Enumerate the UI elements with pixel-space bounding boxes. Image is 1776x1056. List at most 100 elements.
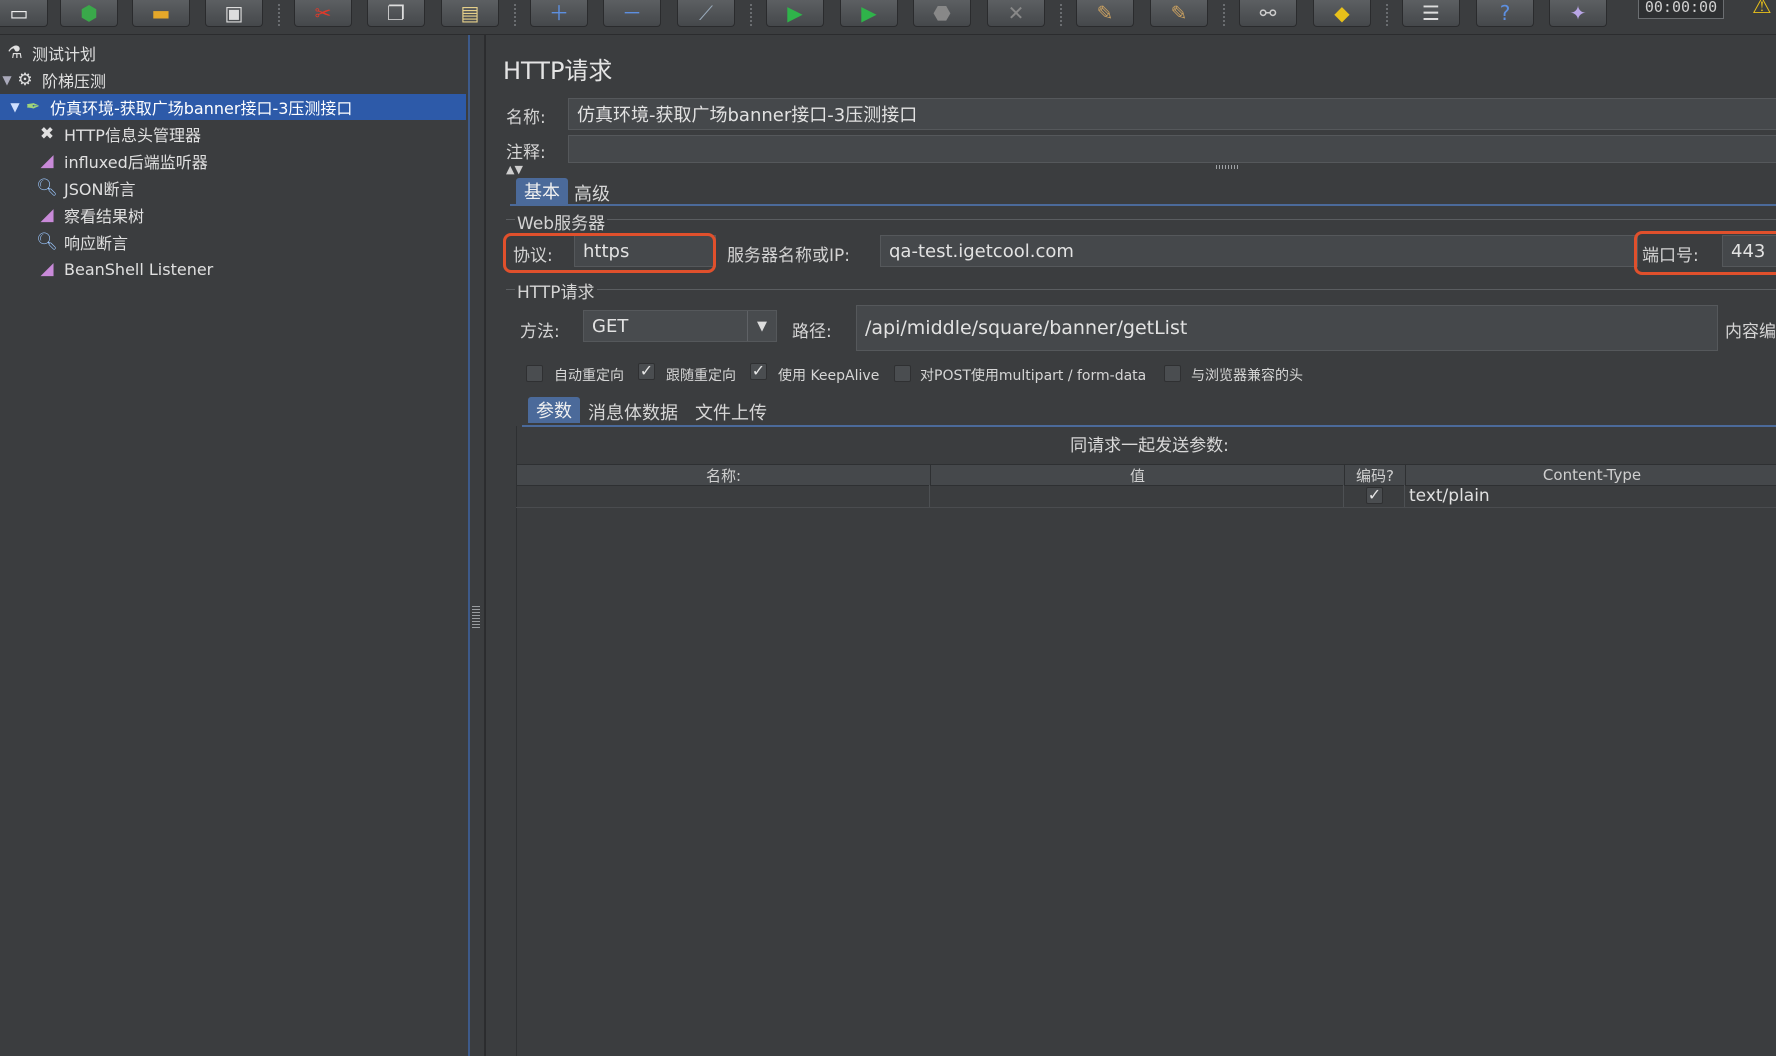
param-encode-cell[interactable]: ✓ [1344, 485, 1405, 507]
test-plan-tree[interactable]: ⚗ 测试计划 ▼ ⚙ 阶梯压测 ▼ ✒ 仿真环境-获取广场banner接口-3压… [0, 35, 470, 1056]
tree-item-label: 阶梯压测 [42, 72, 107, 91]
tree-item-backend-listener[interactable]: ◢ influxed后端监听器 [36, 148, 207, 174]
elapsed-timer: 00:00:00 [1638, 0, 1724, 19]
checkbox-keepalive[interactable]: ✓ [750, 363, 767, 380]
tree-item-beanshell-listener[interactable]: ◢ BeanShell Listener [36, 256, 213, 282]
reset-search-icon[interactable]: ◆ [1313, 0, 1371, 27]
tree-item-results-tree[interactable]: ◢ 察看结果树 [36, 202, 144, 228]
http-request-group-label: HTTP请求 [515, 278, 597, 303]
tab-body-data[interactable]: 消息体数据 [580, 399, 686, 425]
tree-item-label: 察看结果树 [64, 207, 145, 226]
toolbar: ▭ ⬢ ▬ ▣ ✂ ❐ ▤ ＋ － ⟋ ▶ ▶ ⬣ ✕ ✎ ✎ ⚯ ◆ ☰ ? … [0, 0, 1776, 35]
server-field[interactable]: qa-test.igetcool.com [880, 235, 1638, 267]
checkbox-multipart[interactable] [894, 365, 911, 382]
clear-icon[interactable]: ✎ [1076, 0, 1134, 27]
tree-item-response-assertion[interactable]: 🔍︎ 响应断言 [36, 229, 128, 255]
remote-icon[interactable]: ✦ [1549, 0, 1607, 27]
tree-item-label: HTTP信息头管理器 [64, 126, 201, 145]
cut-icon[interactable]: ✂ [294, 0, 352, 27]
chart-icon: ◢ [40, 205, 54, 225]
collapse-arrows-icon[interactable]: ▲▼ [506, 163, 523, 176]
http-request-panel: HTTP请求 名称: 仿真环境-获取广场banner接口-3压测接口 注释: ▲… [485, 35, 1776, 1056]
column-header-name[interactable]: 名称: [517, 465, 931, 485]
copy-icon[interactable]: ❐ [367, 0, 425, 27]
split-grip-icon[interactable] [472, 606, 480, 630]
params-title: 同请求一起发送参数: [1070, 436, 1229, 456]
option-label: 使用 KeepAlive [778, 368, 880, 384]
toggle-icon[interactable]: ⟋ [677, 0, 735, 27]
chart-icon: ◢ [40, 259, 54, 279]
column-header-value[interactable]: 值 [931, 465, 1345, 485]
tab-advanced[interactable]: 高级 [566, 180, 618, 206]
shutdown-icon[interactable]: ✕ [987, 0, 1045, 27]
tree-item-label: 测试计划 [32, 45, 97, 64]
save-icon[interactable]: ▣ [205, 0, 263, 27]
tab-file-upload[interactable]: 文件上传 [687, 399, 775, 425]
param-content-type-cell[interactable]: text/plain [1405, 485, 1776, 507]
path-label: 路径: [792, 322, 832, 342]
params-area [516, 426, 1776, 1056]
warning-icon[interactable]: ⚠ [1752, 0, 1776, 20]
start-icon[interactable]: ▶ [766, 0, 824, 27]
function-helper-icon[interactable]: ☰ [1402, 0, 1460, 27]
chart-icon: ◢ [40, 151, 54, 171]
start-no-pause-icon[interactable]: ▶ [840, 0, 898, 27]
name-field[interactable]: 仿真环境-获取广场banner接口-3压测接口 [568, 98, 1776, 130]
pipette-icon: ✒ [25, 97, 41, 117]
option-label: 自动重定向 [554, 368, 624, 384]
magnifier-icon: 🔍︎ [36, 232, 58, 252]
params-table-header: 名称: 值 编码? Content-Type [516, 464, 1776, 486]
web-server-group-label: Web服务器 [515, 209, 608, 234]
templates-icon[interactable]: ⬢ [60, 0, 118, 27]
comment-label: 注释: [506, 143, 546, 163]
tree-item-header-manager[interactable]: ✖ HTTP信息头管理器 [36, 121, 201, 147]
server-label: 服务器名称或IP: [727, 246, 850, 266]
magnifier-icon: 🔍︎ [36, 178, 58, 198]
tree-item-label: 仿真环境-获取广场banner接口-3压测接口 [50, 99, 353, 118]
highlight-box-protocol [503, 233, 716, 273]
tools-icon: ✖ [39, 124, 55, 144]
path-field[interactable]: /api/middle/square/banner/getList [856, 305, 1718, 351]
expand-arrow-icon[interactable]: ▼ [8, 100, 22, 114]
help-icon[interactable]: ? [1476, 0, 1534, 27]
split-divider[interactable] [470, 35, 485, 1056]
option-label: 与浏览器兼容的头 [1191, 368, 1303, 384]
column-header-encode[interactable]: 编码? [1345, 465, 1406, 485]
expand-icon[interactable]: ＋ [530, 0, 588, 27]
comment-field[interactable] [568, 135, 1776, 163]
collapse-icon[interactable]: － [603, 0, 661, 27]
param-name-cell[interactable] [516, 485, 930, 507]
param-value-cell[interactable] [930, 485, 1344, 507]
checkbox-follow-redirect[interactable]: ✓ [638, 363, 655, 380]
content-encoding-label: 内容编 [1725, 322, 1776, 342]
name-label: 名称: [506, 108, 546, 128]
method-label: 方法: [520, 322, 560, 342]
tab-basic[interactable]: 基本 [516, 178, 568, 204]
table-row[interactable]: ✓ text/plain [516, 485, 1776, 508]
chevron-down-icon[interactable]: ▼ [747, 311, 776, 341]
tree-item-label: JSON断言 [64, 180, 136, 199]
expand-arrow-icon[interactable]: ▼ [0, 73, 14, 87]
page-title: HTTP请求 [503, 57, 613, 85]
checkbox-browser-headers[interactable] [1164, 365, 1181, 382]
resize-grip-icon[interactable] [1216, 165, 1238, 169]
clear-all-icon[interactable]: ✎ [1150, 0, 1208, 27]
open-icon[interactable]: ▬ [132, 0, 190, 27]
stop-icon[interactable]: ⬣ [913, 0, 971, 27]
option-label: 跟随重定向 [666, 368, 736, 384]
tree-item-test-plan[interactable]: ⚗ 测试计划 [4, 40, 96, 66]
column-header-content-type[interactable]: Content-Type [1406, 465, 1776, 485]
checkbox-encode[interactable]: ✓ [1366, 487, 1383, 504]
gear-icon: ⚙ [17, 70, 33, 90]
tree-item-label: BeanShell Listener [64, 259, 214, 279]
tree-item-json-assertion[interactable]: 🔍︎ JSON断言 [36, 175, 135, 201]
new-icon[interactable]: ▭ [0, 0, 48, 27]
paste-icon[interactable]: ▤ [441, 0, 499, 27]
option-label: 对POST使用multipart / form-data [920, 368, 1147, 384]
tree-item-label: 响应断言 [64, 234, 129, 253]
tab-parameters[interactable]: 参数 [528, 397, 580, 423]
tree-item-http-request[interactable]: ▼ ✒ 仿真环境-获取广场banner接口-3压测接口 [0, 94, 466, 120]
checkbox-auto-redirect[interactable] [526, 365, 543, 382]
tree-item-thread-group[interactable]: ▼ ⚙ 阶梯压测 [0, 67, 106, 93]
search-icon[interactable]: ⚯ [1239, 0, 1297, 27]
